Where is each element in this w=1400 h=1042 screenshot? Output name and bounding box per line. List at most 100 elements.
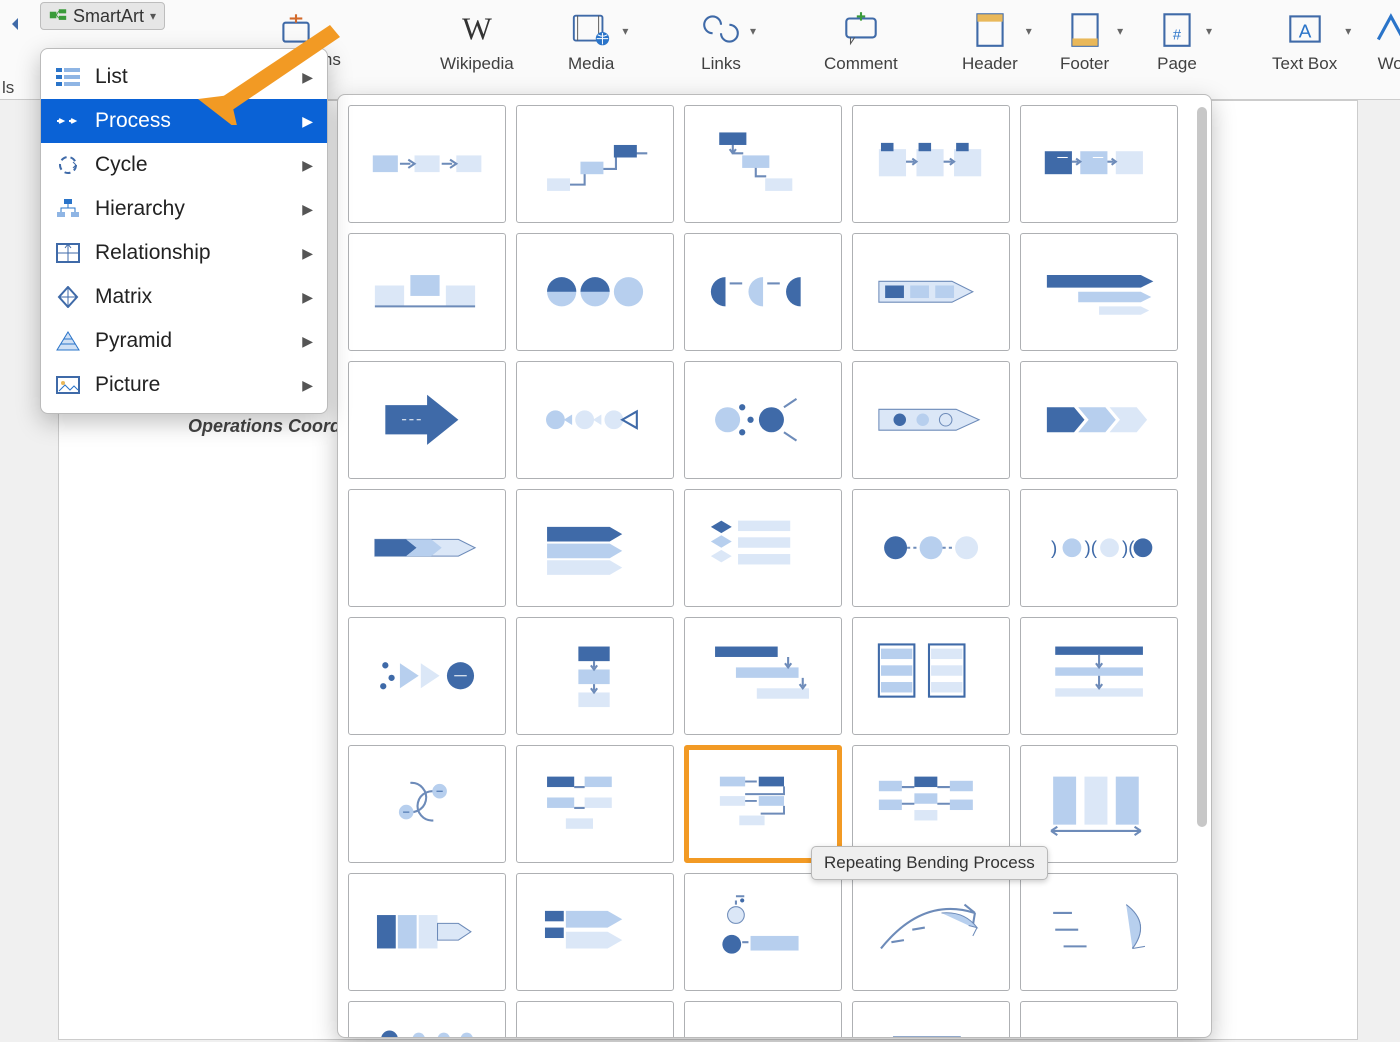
comment-icon (840, 8, 882, 50)
gallery-thumb[interactable] (516, 233, 674, 351)
footer-button[interactable]: Footer (1054, 4, 1115, 78)
gallery-thumb[interactable] (1020, 105, 1178, 223)
smartart-dropdown-button[interactable]: SmartArt ▾ (40, 2, 165, 30)
submenu-arrow-icon: ▶ (302, 113, 313, 130)
document-text-fragment: Operations Coord (188, 416, 341, 437)
menu-item-hierarchy[interactable]: Hierarchy ▶ (41, 187, 327, 231)
gallery-thumb[interactable] (516, 617, 674, 735)
menu-item-list[interactable]: List ▶ (41, 55, 327, 99)
gallery-thumb[interactable] (516, 745, 674, 863)
gallery-thumb[interactable] (348, 617, 506, 735)
gallery-thumb[interactable]: + (684, 1001, 842, 1038)
wordart-button[interactable]: Wor (1366, 4, 1400, 78)
gallery-thumb[interactable] (1020, 233, 1178, 351)
menu-item-matrix[interactable]: Matrix ▶ (41, 275, 327, 319)
gallery-thumb[interactable] (348, 105, 506, 223)
gallery-thumb[interactable] (516, 873, 674, 991)
menu-item-label: Relationship (95, 241, 211, 265)
gallery-thumb[interactable] (684, 361, 842, 479)
gallery-scrollbar[interactable] (1197, 107, 1207, 1025)
chevron-down-icon[interactable]: ▾ (1345, 24, 1351, 38)
wikipedia-label: Wikipedia (440, 54, 514, 74)
smartart-icon (49, 6, 67, 27)
gallery-thumb[interactable] (1020, 617, 1178, 735)
menu-item-label: Process (95, 109, 171, 133)
menu-item-relationship[interactable]: Relationship ▶ (41, 231, 327, 275)
svg-text:)(: )( (1084, 537, 1097, 558)
chevron-down-icon[interactable]: ▾ (750, 24, 756, 38)
gallery-thumb[interactable] (348, 873, 506, 991)
links-button[interactable]: Links (694, 4, 748, 78)
submenu-arrow-icon: ▶ (302, 201, 313, 218)
gallery-thumb[interactable] (516, 361, 674, 479)
menu-item-picture[interactable]: Picture ▶ (41, 363, 327, 407)
chevron-down-icon[interactable]: ▾ (1117, 24, 1123, 38)
gallery-thumb[interactable] (516, 489, 674, 607)
pyramid-icon (55, 330, 81, 352)
menu-item-label: Hierarchy (95, 197, 185, 221)
chevron-down-icon: ▾ (150, 9, 156, 23)
svg-text:#: # (1173, 28, 1182, 44)
comment-label: Comment (824, 54, 898, 74)
gallery-thumb[interactable] (852, 361, 1010, 479)
gallery-thumb[interactable] (852, 617, 1010, 735)
gallery-thumb[interactable] (684, 617, 842, 735)
gallery-thumb[interactable] (684, 873, 842, 991)
gallery-thumb[interactable] (348, 233, 506, 351)
gallery-thumb[interactable] (684, 233, 842, 351)
gallery-thumb[interactable] (348, 361, 506, 479)
media-button[interactable]: Media (562, 4, 620, 78)
media-icon (570, 8, 612, 50)
gallery-thumb[interactable] (684, 105, 842, 223)
gallery-thumb[interactable]: += (516, 1001, 674, 1038)
menu-item-label: List (95, 65, 128, 89)
smartart-category-menu: List ▶ Process ▶ Cycle ▶ Hierarchy ▶ Rel… (40, 48, 328, 414)
wordart-icon (1372, 8, 1400, 50)
gallery-thumb[interactable] (852, 105, 1010, 223)
cycle-icon (55, 154, 81, 176)
menu-item-label: Cycle (95, 153, 148, 177)
page-number-label: Page (1157, 54, 1197, 74)
gallery-thumb[interactable] (348, 1001, 506, 1038)
submenu-arrow-icon: ▶ (302, 333, 313, 350)
picture-icon (55, 374, 81, 396)
chevron-down-icon[interactable]: ▾ (1026, 24, 1032, 38)
chevron-down-icon[interactable]: ▾ (1206, 24, 1212, 38)
wikipedia-button[interactable]: W Wikipedia (434, 4, 520, 78)
comment-button[interactable]: Comment (818, 4, 904, 78)
ribbon-cut-left-label: ls (2, 78, 14, 98)
scrollbar-thumb[interactable] (1197, 107, 1207, 827)
menu-item-label: Matrix (95, 285, 152, 309)
gallery-thumb[interactable] (852, 873, 1010, 991)
header-button[interactable]: Header (956, 4, 1024, 78)
textbox-button[interactable]: A Text Box (1266, 4, 1343, 78)
submenu-arrow-icon: ▶ (302, 157, 313, 174)
menu-item-process[interactable]: Process ▶ (41, 99, 327, 143)
gallery-thumb[interactable] (684, 489, 842, 607)
gallery-thumb[interactable] (1020, 873, 1178, 991)
gallery-thumb[interactable] (852, 489, 1010, 607)
menu-item-cycle[interactable]: Cycle ▶ (41, 143, 327, 187)
menu-item-pyramid[interactable]: Pyramid ▶ (41, 319, 327, 363)
wikipedia-icon: W (456, 8, 498, 50)
textbox-label: Text Box (1272, 54, 1337, 74)
gallery-thumb[interactable] (852, 233, 1010, 351)
chevron-down-icon[interactable]: ▾ (622, 24, 628, 38)
gallery-thumb[interactable]: ))()( (1020, 489, 1178, 607)
svg-text:): ) (1051, 537, 1057, 558)
gallery-thumb[interactable] (1020, 361, 1178, 479)
submenu-arrow-icon: ▶ (302, 69, 313, 86)
ribbon-overflow-left[interactable] (0, 0, 30, 50)
addins-icon (275, 8, 317, 50)
gallery-thumb[interactable] (852, 1001, 1010, 1038)
gallery-thumb[interactable] (516, 105, 674, 223)
process-icon (55, 110, 81, 132)
matrix-icon (55, 286, 81, 308)
gallery-thumb[interactable] (1020, 1001, 1178, 1038)
gallery-thumb[interactable] (348, 489, 506, 607)
gallery-thumb[interactable] (348, 745, 506, 863)
page-number-button[interactable]: # Page (1150, 4, 1204, 78)
hierarchy-icon (55, 198, 81, 220)
smartart-button-label: SmartArt (73, 6, 144, 27)
submenu-arrow-icon: ▶ (302, 289, 313, 306)
